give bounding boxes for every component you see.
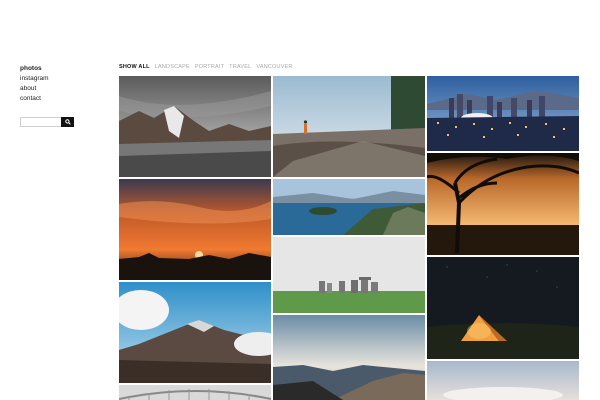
photo-hiker-coast[interactable] (273, 76, 425, 177)
photo-sunset-orange[interactable] (119, 179, 271, 280)
photo-mountain-valley[interactable] (273, 315, 425, 400)
photo-glacier-lake[interactable] (119, 76, 271, 177)
photo-islands-aerial[interactable] (273, 179, 425, 235)
nav-item-contact[interactable]: contact (20, 94, 100, 104)
nav-item-photos[interactable]: photos (20, 64, 100, 74)
filter-bar: SHOW ALL LANDSCAPE PORTRAIT TRAVEL VANCO… (119, 64, 293, 70)
photo-misty-sea[interactable] (427, 361, 579, 400)
sidebar-nav: photos instagram about contact (20, 64, 100, 104)
search-form (20, 117, 74, 127)
filter-landscape[interactable]: LANDSCAPE (155, 64, 190, 70)
nav-item-about[interactable]: about (20, 84, 100, 94)
photo-tent-night[interactable] (427, 257, 579, 359)
filter-portrait[interactable]: PORTRAIT (195, 64, 224, 70)
photo-stonehenge[interactable] (273, 237, 425, 313)
filter-travel[interactable]: TRAVEL (229, 64, 251, 70)
search-button[interactable] (61, 117, 74, 127)
photo-tree-silhouette[interactable] (427, 153, 579, 255)
photo-architecture[interactable] (119, 385, 271, 400)
filter-show-all[interactable]: SHOW ALL (119, 64, 150, 70)
photo-vancouver-skyline[interactable] (427, 76, 579, 151)
search-icon (64, 119, 71, 125)
search-input[interactable] (20, 117, 61, 127)
photo-volcano-clouds[interactable] (119, 282, 271, 383)
photo-grid (119, 76, 580, 400)
filter-vancouver[interactable]: VANCOUVER (256, 64, 292, 70)
nav-item-instagram[interactable]: instagram (20, 74, 100, 84)
